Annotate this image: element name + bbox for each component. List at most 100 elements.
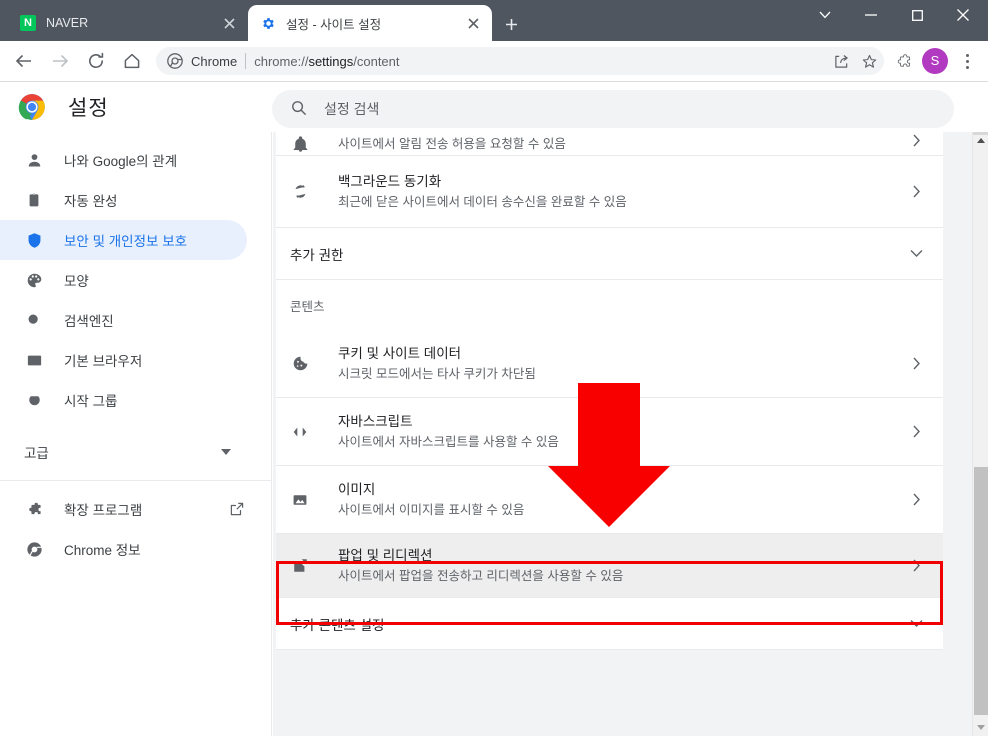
row-javascript[interactable]: 자바스크립트 사이트에서 자바스크립트를 사용할 수 있음 <box>276 398 943 466</box>
maximize-button[interactable] <box>894 0 940 30</box>
scrollbar-up-arrow[interactable] <box>973 132 988 149</box>
back-button-icon[interactable] <box>8 45 40 77</box>
row-background-sync[interactable]: 백그라운드 동기화 최근에 닫은 사이트에서 데이터 송수신을 완료할 수 있음 <box>276 156 943 228</box>
omnibox-actions <box>828 47 884 75</box>
sidebar-item-autofill[interactable]: 자동 완성 <box>0 180 247 220</box>
bookmark-star-icon[interactable] <box>856 48 882 74</box>
close-icon[interactable] <box>218 12 240 34</box>
tab-naver[interactable]: N NAVER <box>8 5 248 41</box>
sidebar-item-label: Chrome 정보 <box>64 543 141 558</box>
search-icon <box>24 310 44 330</box>
forward-button-icon <box>44 45 76 77</box>
url-prefix: chrome:// <box>254 53 309 69</box>
chevron-down-icon <box>221 449 231 455</box>
row-subtitle: 최근에 닫은 사이트에서 데이터 송수신을 완료할 수 있음 <box>338 194 627 209</box>
sidebar-item-label: 확장 프로그램 <box>64 503 143 518</box>
tab-strip: N NAVER 설정 - 사이트 설정 <box>0 0 988 41</box>
group-label-content: 콘텐츠 <box>290 299 325 314</box>
external-link-icon <box>229 501 245 517</box>
naver-favicon-letter: N <box>20 15 36 31</box>
scrollbar[interactable] <box>972 132 988 736</box>
section-label: 추가 권한 <box>290 247 344 263</box>
home-button-icon[interactable] <box>116 45 148 77</box>
tab-settings[interactable]: 설정 - 사이트 설정 <box>248 5 492 41</box>
section-additional-permissions[interactable]: 추가 권한 <box>276 228 943 280</box>
row-subtitle: 사이트에서 팝업을 전송하고 리디렉션을 사용할 수 있음 <box>338 568 624 583</box>
avatar[interactable]: S <box>922 48 948 74</box>
tab-settings-title: 설정 - 사이트 설정 <box>286 17 382 32</box>
bell-icon <box>290 134 310 154</box>
url-suffix: /content <box>353 53 400 69</box>
tab-search-chevron-icon[interactable] <box>802 0 848 30</box>
settings-header: 설정 <box>0 82 988 132</box>
person-icon <box>24 150 44 170</box>
row-subtitle: 사이트에서 알림 전송 허용을 요청할 수 있음 <box>338 137 566 151</box>
scrollbar-down-arrow[interactable] <box>973 719 988 736</box>
tab-naver-title: NAVER <box>46 16 89 30</box>
chevron-right-icon <box>909 185 923 198</box>
row-notifications-text: 사이트에서 알림 전송 허용을 요청할 수 있음 <box>338 134 909 154</box>
sidebar-item-appearance[interactable]: 모양 <box>0 260 247 300</box>
page-title: 설정 <box>68 97 109 120</box>
sidebar-item-search-engine[interactable]: 검색엔진 <box>0 300 247 340</box>
row-title: 팝업 및 리디렉션 <box>338 547 433 563</box>
row-popups-and-redirects[interactable]: 팝업 및 리디렉션 사이트에서 팝업을 전송하고 리디렉션을 사용할 수 있음 <box>276 534 943 598</box>
row-javascript-text: 자바스크립트 사이트에서 자바스크립트를 사용할 수 있음 <box>338 412 909 452</box>
omnibox-scheme-label: Chrome <box>191 53 238 69</box>
sidebar-item-you-and-google[interactable]: 나와 Google의 관계 <box>0 140 247 180</box>
sidebar-item-default-browser[interactable]: 기본 브라우저 <box>0 340 247 380</box>
chevron-down-icon <box>909 247 923 261</box>
sidebar-item-extensions[interactable]: 확장 프로그램 <box>0 489 247 529</box>
sidebar-divider <box>0 480 271 481</box>
close-icon[interactable] <box>462 12 484 34</box>
row-cookies[interactable]: 쿠키 및 사이트 데이터 시크릿 모드에서는 타사 쿠키가 차단됨 <box>276 330 943 398</box>
scrollbar-thumb[interactable] <box>974 467 988 715</box>
row-title: 백그라운드 동기화 <box>338 173 442 189</box>
row-images-text: 이미지 사이트에서 이미지를 표시할 수 있음 <box>338 480 909 520</box>
browser-icon <box>24 350 44 370</box>
sidebar-item-label: 시작 그룹 <box>64 394 118 409</box>
section-additional-content-settings[interactable]: 추가 콘텐츠 설정 <box>276 598 943 650</box>
settings-content: 사이트에서 알림 전송 허용을 요청할 수 있음 백그라운드 동기화 최근에 닫… <box>273 132 973 736</box>
row-popups-text: 팝업 및 리디렉션 사이트에서 팝업을 전송하고 리디렉션을 사용할 수 있음 <box>338 546 909 586</box>
chevron-right-icon <box>909 134 923 147</box>
sidebar-item-privacy-and-security[interactable]: 보안 및 개인정보 보호 <box>0 220 247 260</box>
reload-button-icon[interactable] <box>80 45 112 77</box>
sidebar-item-advanced[interactable]: 고급 <box>0 432 247 472</box>
sidebar-item-label: 나와 Google의 관계 <box>64 154 178 169</box>
extensions-puzzle-icon[interactable] <box>888 46 918 76</box>
row-images[interactable]: 이미지 사이트에서 이미지를 표시할 수 있음 <box>276 466 943 534</box>
settings-sidebar: 나와 Google의 관계 자동 완성 보안 및 개인정보 보호 모양 검색엔진… <box>0 132 272 736</box>
row-cookies-text: 쿠키 및 사이트 데이터 시크릿 모드에서는 타사 쿠키가 차단됨 <box>338 344 909 384</box>
power-icon <box>24 390 44 410</box>
clipboard-icon <box>24 190 44 210</box>
sidebar-item-on-startup[interactable]: 시작 그룹 <box>0 380 247 420</box>
sidebar-item-label: 보안 및 개인정보 보호 <box>64 234 188 249</box>
row-title: 자바스크립트 <box>338 413 413 429</box>
gear-icon <box>260 15 276 31</box>
chrome-logo-icon <box>18 93 46 121</box>
address-bar[interactable]: Chrome chrome://settings/content <box>156 47 884 75</box>
url-bold: settings <box>308 53 354 69</box>
settings-page: 설정 나와 Google의 관계 <box>0 82 988 736</box>
code-icon <box>290 422 310 442</box>
chrome-menu-icon[interactable] <box>952 46 982 76</box>
sidebar-item-label: 자동 완성 <box>64 194 118 209</box>
chrome-icon <box>24 539 44 559</box>
new-tab-button[interactable] <box>497 10 525 38</box>
settings-search[interactable] <box>272 90 954 128</box>
row-title: 이미지 <box>338 481 376 497</box>
row-subtitle: 사이트에서 이미지를 표시할 수 있음 <box>338 502 525 517</box>
sidebar-advanced-label: 고급 <box>24 446 49 461</box>
search-input[interactable] <box>324 91 954 127</box>
window-close-button[interactable] <box>940 0 986 30</box>
sync-icon <box>290 182 310 202</box>
settings-card: 사이트에서 알림 전송 허용을 요청할 수 있음 백그라운드 동기화 최근에 닫… <box>276 132 943 650</box>
naver-favicon-icon: N <box>20 15 36 31</box>
chevron-right-icon <box>909 559 923 572</box>
row-notifications[interactable]: 사이트에서 알림 전송 허용을 요청할 수 있음 <box>276 132 943 156</box>
share-icon[interactable] <box>828 48 854 74</box>
sidebar-item-about-chrome[interactable]: Chrome 정보 <box>0 529 247 569</box>
minimize-button[interactable] <box>848 0 894 30</box>
